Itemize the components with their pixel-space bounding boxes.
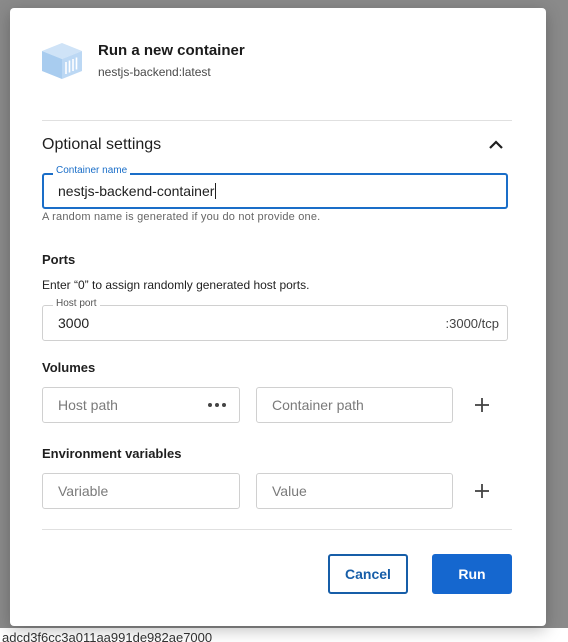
dialog-title: Run a new container [98,42,245,59]
env-title: Environment variables [42,446,182,461]
container-id-text: adcd3f6cc3a011aa991de982ae7000 [2,630,213,642]
container-name-helper: A random name is generated if you do not… [42,211,321,223]
volumes-title: Volumes [42,360,96,375]
container-path-placeholder: Container path [272,397,364,413]
cancel-button[interactable]: Cancel [328,554,408,594]
env-value-placeholder: Value [272,483,307,499]
more-horizontal-icon[interactable] [207,401,227,409]
add-volume-plus-icon[interactable] [473,396,491,414]
container-cube-icon [42,43,82,79]
text-caret [215,183,217,199]
host-port-value: 3000 [58,315,90,331]
env-variable-placeholder: Variable [58,483,109,499]
container-name-label: Container name [53,165,131,176]
ports-title: Ports [42,252,76,267]
env-value-field[interactable]: Value [256,473,453,509]
add-env-plus-icon[interactable] [473,482,491,500]
host-port-field[interactable]: 3000 :3000/tcp [42,305,508,341]
container-name-field[interactable]: nestjs-backend-container [42,173,508,209]
chevron-up-icon[interactable] [484,136,508,154]
container-port-suffix: :3000/tcp [445,316,500,331]
host-port-label: Host port [53,298,100,309]
optional-settings-title: Optional settings [42,136,162,153]
background-container-id: adcd3f6cc3a011aa991de982ae7000 [0,628,568,642]
header-divider [42,120,512,121]
footer-divider [42,529,512,530]
env-variable-field[interactable]: Variable [42,473,240,509]
host-path-placeholder: Host path [58,397,118,413]
container-name-value: nestjs-backend-container [58,183,215,199]
container-path-field[interactable]: Container path [256,387,453,423]
run-button[interactable]: Run [432,554,512,594]
host-path-field[interactable]: Host path [42,387,240,423]
run-container-dialog: Run a new container nestjs-backend:lates… [10,8,546,626]
ports-description: Enter “0” to assign randomly generated h… [42,278,310,292]
image-name: nestjs-backend:latest [98,65,211,79]
